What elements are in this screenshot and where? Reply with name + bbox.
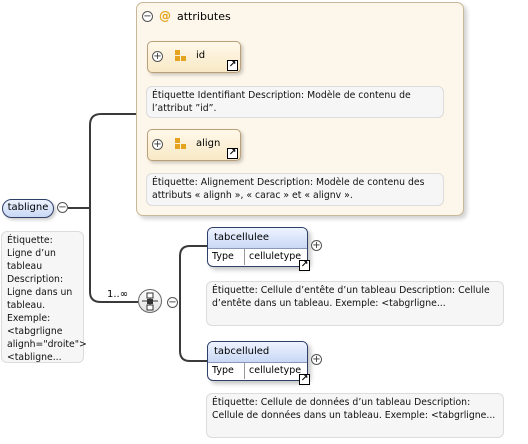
reference-arrow-icon[interactable]: ↗ — [227, 148, 238, 159]
attribute-id-description: Étiquette Identifiant Description: Modèl… — [146, 86, 444, 118]
attribute-align-name: align — [196, 138, 221, 149]
reference-arrow-icon[interactable]: ↗ — [227, 60, 238, 71]
type-value: celluletype — [249, 251, 302, 262]
attributes-title: attributes — [177, 9, 231, 23]
attribute-icon — [175, 50, 186, 62]
element-tabcellulee-expand-toggle[interactable]: + — [311, 240, 322, 251]
sequence-compositor-icon[interactable] — [138, 289, 162, 313]
reference-arrow-icon[interactable]: ↗ — [299, 260, 310, 271]
attribute-icon — [175, 138, 186, 150]
sequence-cardinality: 1..∞ — [107, 289, 129, 300]
root-element-tabligne[interactable]: tabligne — [2, 199, 54, 218]
element-tabcellulee-type-row: Type celluletype — [208, 249, 307, 265]
sequence-to-children-line — [179, 245, 207, 302]
attribute-id-name: id — [196, 50, 206, 61]
element-tabcelluled-description: Étiquette: Cellule de données d’un table… — [206, 393, 504, 438]
element-tabcellulee-name: tabcellulee — [208, 228, 307, 249]
attributes-header: − @ attributes — [142, 8, 231, 24]
at-icon: @ — [159, 9, 171, 23]
reference-arrow-icon[interactable]: ↗ — [299, 374, 310, 385]
element-tabcelluled-name: tabcelluled — [208, 342, 307, 363]
attribute-align-expand-toggle[interactable]: + — [152, 139, 163, 150]
type-label: Type — [212, 251, 234, 262]
attribute-id-expand-toggle[interactable]: + — [152, 51, 163, 62]
element-tabcelluled-expand-toggle[interactable]: + — [311, 354, 322, 365]
type-value: celluletype — [249, 365, 302, 376]
element-tabcellulee[interactable]: tabcellulee Type celluletype — [207, 227, 308, 267]
root-collapse-toggle[interactable]: − — [57, 202, 68, 213]
attribute-align[interactable]: + align ↗ — [147, 129, 241, 161]
type-label: Type — [212, 365, 234, 376]
root-description: Étiquette: Ligne d’un tableau Descriptio… — [1, 231, 87, 363]
element-tabcelluled[interactable]: tabcelluled Type celluletype — [207, 341, 308, 381]
attribute-id[interactable]: + id ↗ — [147, 41, 241, 73]
root-to-attributes-line — [68, 113, 136, 209]
attributes-collapse-toggle[interactable]: − — [142, 10, 153, 22]
element-tabcellulee-description: Étiquette: Cellule d’entête d’un tableau… — [206, 281, 504, 326]
attribute-align-description: Étiquette: Alignement Description: Modèl… — [146, 173, 444, 206]
element-tabcelluled-type-row: Type celluletype — [208, 363, 307, 379]
sequence-collapse-toggle[interactable]: − — [167, 297, 178, 308]
